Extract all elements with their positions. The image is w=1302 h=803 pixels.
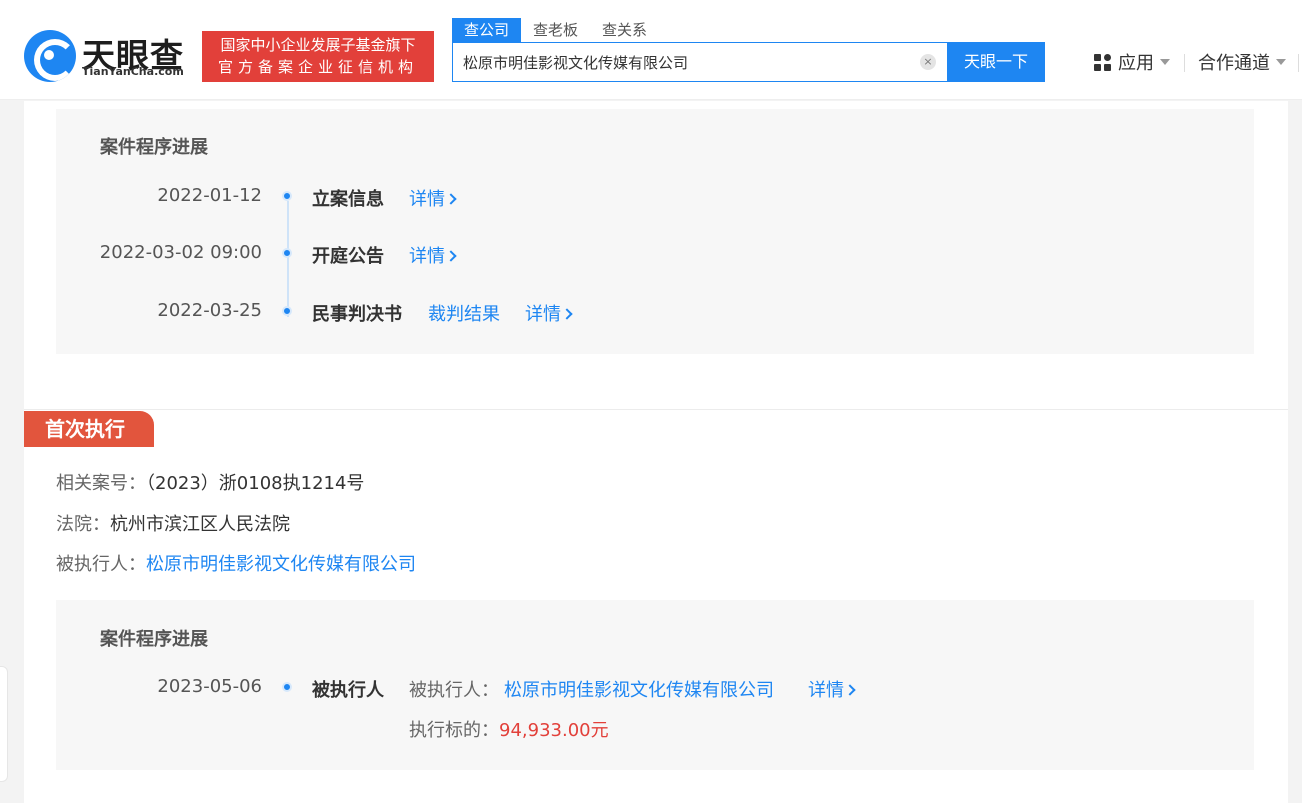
executed-party-row: 被执行人：松原市明佳影视文化传媒有限公司 bbox=[56, 550, 416, 576]
detail-link[interactable]: 详情 bbox=[409, 242, 455, 268]
search-tabs: 查公司 查老板 查关系 bbox=[452, 18, 659, 42]
side-float-tab[interactable] bbox=[0, 666, 8, 782]
logo-eye-icon bbox=[24, 30, 76, 82]
timeline-dot bbox=[282, 191, 292, 201]
case-number-row: 相关案号：（2023）浙0108执1214号 bbox=[56, 469, 364, 495]
case-progress-panel: 案件程序进展 2023-05-06 被执行人 被执行人： 松原市明佳影视文化传媒… bbox=[56, 600, 1254, 770]
badge-line-1: 国家中小企业发展子基金旗下 bbox=[202, 34, 434, 56]
judgment-result-link[interactable]: 裁判结果 bbox=[428, 300, 500, 326]
case-number-label: 相关案号： bbox=[56, 473, 146, 494]
timeline-date: 2023-05-06 bbox=[157, 676, 262, 697]
clear-icon[interactable]: × bbox=[920, 54, 936, 70]
executed-party-link[interactable]: 松原市明佳影视文化传媒有限公司 bbox=[146, 554, 416, 575]
court-value: 杭州市滨江区人民法院 bbox=[110, 514, 290, 535]
court-label: 法院： bbox=[56, 514, 110, 535]
logo-domain: TianYanCha.com bbox=[82, 65, 184, 78]
court-row: 法院：杭州市滨江区人民法院 bbox=[56, 510, 290, 536]
detail-link[interactable]: 详情 bbox=[409, 185, 455, 211]
amount-value: 94,933.00元 bbox=[499, 720, 609, 741]
search-box: × bbox=[452, 42, 948, 82]
nav-divider bbox=[1298, 54, 1299, 72]
timeline-line bbox=[287, 201, 289, 317]
timeline-label: 被执行人 bbox=[312, 676, 384, 702]
cooperation-label: 合作通道 bbox=[1198, 49, 1270, 75]
timeline-label: 立案信息 bbox=[312, 185, 384, 211]
timeline-dot bbox=[282, 682, 292, 692]
badge-line-2: 官方备案企业征信机构 bbox=[202, 56, 434, 78]
case-detail-card: 案件程序进展 2022-01-12 立案信息 详情 2022-03-02 09:… bbox=[24, 101, 1288, 803]
case-number-value: （2023）浙0108执1214号 bbox=[146, 473, 364, 494]
section-tag-first-execution: 首次执行 bbox=[24, 411, 154, 447]
progress-title: 案件程序进展 bbox=[100, 133, 208, 159]
amount-label: 执行标的： bbox=[409, 720, 499, 741]
timeline-date: 2022-03-02 09:00 bbox=[100, 242, 262, 263]
cooperation-menu[interactable]: 合作通道 bbox=[1198, 49, 1286, 75]
timeline-date: 2022-03-25 bbox=[157, 300, 262, 321]
tab-search-boss[interactable]: 查老板 bbox=[521, 18, 590, 42]
search-button[interactable]: 天眼一下 bbox=[947, 42, 1045, 82]
detail-link[interactable]: 详情 bbox=[808, 676, 854, 702]
tianyancha-logo[interactable]: 天眼查 TianYanCha.com bbox=[24, 30, 196, 86]
tab-search-company[interactable]: 查公司 bbox=[452, 18, 521, 42]
party-link[interactable]: 松原市明佳影视文化传媒有限公司 bbox=[504, 676, 774, 702]
chevron-right-icon bbox=[445, 193, 456, 204]
timeline-dot bbox=[282, 306, 292, 316]
party-label: 被执行人： bbox=[409, 676, 499, 702]
top-header: 天眼查 TianYanCha.com 国家中小企业发展子基金旗下 官方备案企业征… bbox=[0, 0, 1302, 100]
chevron-right-icon bbox=[561, 308, 572, 319]
apps-label: 应用 bbox=[1118, 49, 1154, 75]
search-input[interactable] bbox=[453, 43, 893, 81]
tab-search-relation[interactable]: 查关系 bbox=[590, 18, 659, 42]
chevron-right-icon bbox=[844, 684, 855, 695]
chevron-down-icon bbox=[1160, 59, 1170, 65]
apps-grid-icon bbox=[1094, 54, 1111, 71]
apps-menu[interactable]: 应用 bbox=[1094, 49, 1170, 75]
section-divider bbox=[24, 409, 1288, 410]
timeline-dot bbox=[282, 248, 292, 258]
chevron-right-icon bbox=[445, 250, 456, 261]
case-progress-panel: 案件程序进展 2022-01-12 立案信息 详情 2022-03-02 09:… bbox=[56, 109, 1254, 354]
official-badge: 国家中小企业发展子基金旗下 官方备案企业征信机构 bbox=[202, 31, 434, 82]
nav-divider bbox=[1184, 54, 1185, 72]
chevron-down-icon bbox=[1276, 59, 1286, 65]
timeline-label: 开庭公告 bbox=[312, 242, 384, 268]
executed-party-label: 被执行人： bbox=[56, 554, 146, 575]
timeline-date: 2022-01-12 bbox=[157, 185, 262, 206]
detail-link[interactable]: 详情 bbox=[525, 300, 571, 326]
progress-title: 案件程序进展 bbox=[100, 625, 208, 651]
amount-row: 执行标的：94,933.00元 bbox=[409, 716, 609, 742]
timeline-label: 民事判决书 bbox=[312, 300, 402, 326]
